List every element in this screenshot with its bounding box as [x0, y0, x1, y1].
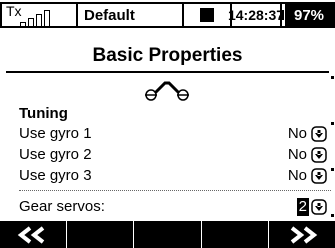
gyro-1-row[interactable]: Use gyro 1 No [19, 125, 331, 147]
prev-page-button[interactable] [0, 221, 68, 248]
gyro-3-row[interactable]: Use gyro 3 No [19, 167, 331, 189]
gear-servos-value[interactable]: 2 [296, 198, 309, 216]
helicopter-rotor-icon [145, 81, 189, 101]
gyro-2-value[interactable]: No [288, 146, 307, 163]
double-left-arrow-icon [17, 225, 45, 244]
gyro-1-label: Use gyro 1 [19, 125, 92, 142]
clock: 14:28:37 [228, 2, 284, 28]
transmitter-signal: Tx [0, 2, 78, 28]
status-bar: Tx Default 14:28:37 97% [0, 0, 335, 30]
battery-indicator: 97% [280, 2, 335, 28]
dropdown-arrow-icon[interactable] [311, 147, 327, 163]
softkey-3[interactable] [134, 221, 202, 248]
next-page-button[interactable] [269, 221, 335, 248]
dropdown-arrow-icon[interactable] [311, 168, 327, 184]
tuning-section-label: Tuning [19, 105, 68, 122]
page-title: Basic Properties [92, 45, 243, 66]
softkey-2[interactable] [67, 221, 135, 248]
gear-servos-label: Gear servos: [19, 198, 105, 215]
gyro-3-label: Use gyro 3 [19, 167, 92, 184]
gyro-3-value[interactable]: No [288, 167, 307, 184]
dropdown-arrow-icon[interactable] [311, 126, 327, 142]
battery-nub [282, 10, 284, 20]
gyro-2-label: Use gyro 2 [19, 146, 92, 163]
softkey-bar [0, 221, 335, 248]
gyro-1-value[interactable]: No [288, 125, 307, 142]
dropdown-arrow-icon[interactable] [311, 199, 327, 215]
gear-servos-row[interactable]: Gear servos: 2 [19, 196, 331, 218]
scrollbar[interactable] [331, 76, 334, 218]
model-name[interactable]: Default [76, 2, 184, 28]
battery-level: 97% [285, 4, 333, 26]
gyro-2-row[interactable]: Use gyro 2 No [19, 146, 331, 168]
title-divider [6, 71, 329, 73]
softkey-4[interactable] [202, 221, 269, 248]
stop-square-icon [182, 2, 232, 28]
double-right-arrow-icon [290, 225, 318, 244]
signal-bars-icon [20, 7, 76, 27]
row-separator [19, 190, 331, 191]
